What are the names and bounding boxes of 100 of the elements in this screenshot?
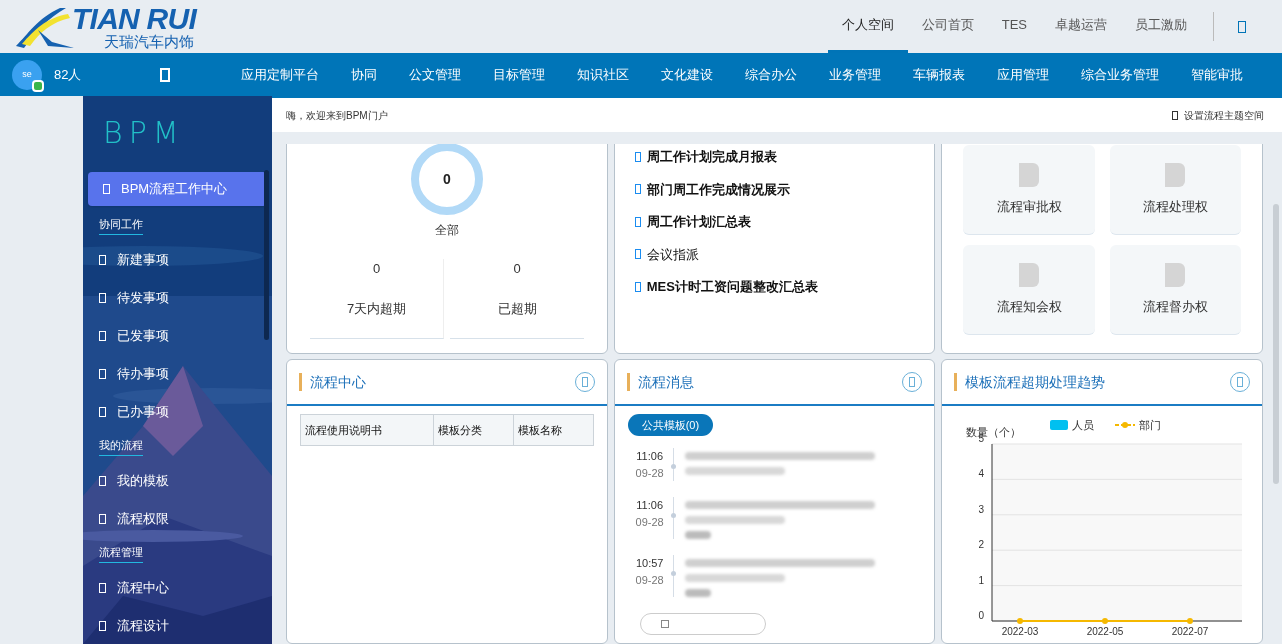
- square-icon: [99, 621, 106, 631]
- card-title: 流程中心: [310, 372, 366, 392]
- report-link[interactable]: 周工作计划完成月报表: [634, 147, 935, 167]
- report-link[interactable]: 部门周工作完成情况展示: [634, 179, 935, 199]
- nav-item[interactable]: 综合业务管理: [1065, 64, 1175, 85]
- data-point: [1017, 618, 1024, 624]
- square-icon: [99, 476, 106, 486]
- sidebar-item[interactable]: 待办事项: [83, 355, 272, 393]
- total-ring: 0: [410, 144, 483, 215]
- permission-tile[interactable]: 流程知会权: [963, 245, 1095, 335]
- message-time: 11:06: [636, 498, 664, 513]
- report-link[interactable]: 周工作计划汇总表: [634, 212, 935, 232]
- top-link[interactable]: 公司首页: [907, 0, 988, 53]
- y-tick-label: 0: [978, 610, 985, 621]
- square-icon: [634, 151, 641, 162]
- message-date: 09-28: [635, 572, 664, 588]
- column-header: 流程使用说明书: [304, 422, 383, 438]
- legend-label: 部门: [1139, 419, 1162, 431]
- square-icon: [99, 331, 106, 341]
- square-icon: [634, 249, 641, 260]
- permission-tile[interactable]: 流程审批权: [963, 145, 1095, 235]
- column-header: 模板分类: [432, 415, 513, 445]
- legend-item: 人员: [1050, 419, 1095, 431]
- square-icon: [99, 514, 106, 524]
- square-icon: [99, 583, 106, 593]
- nav-item[interactable]: 业务管理: [813, 64, 897, 85]
- square-icon: [99, 369, 106, 379]
- nav-item[interactable]: 智能审批: [1175, 64, 1259, 85]
- total-label: 全部: [434, 222, 459, 239]
- card-title: 模板流程超期处理趋势: [965, 372, 1106, 392]
- document-icon: [1165, 262, 1186, 287]
- report-link[interactable]: MES计时工资问题整改汇总表: [634, 277, 935, 297]
- section-heading: 我的流程: [99, 437, 143, 456]
- message-date: 09-28: [635, 514, 664, 530]
- sidebar-item[interactable]: 已发事项: [83, 317, 272, 355]
- document-icon: [1019, 162, 1039, 187]
- square-icon: [634, 281, 641, 292]
- nav-item[interactable]: 协同: [335, 64, 393, 85]
- stat-label: 已超期: [497, 299, 537, 318]
- sidebar-item[interactable]: 新建事项: [83, 241, 272, 279]
- section-heading: 流程管理: [99, 544, 143, 563]
- legend-label: 人员: [1072, 419, 1095, 431]
- message-time: 11:06: [636, 449, 664, 464]
- sidebar-item[interactable]: BPM流程工作中心: [88, 172, 267, 206]
- sidebar-item[interactable]: 流程中心: [83, 569, 272, 607]
- nav-item[interactable]: 应用定制平台: [225, 64, 335, 85]
- data-point: [1187, 618, 1194, 624]
- nav-item[interactable]: 车辆报表: [897, 64, 981, 85]
- square-icon: [660, 620, 669, 628]
- card-title: 流程消息: [637, 372, 694, 392]
- nav-item[interactable]: 目标管理: [477, 64, 561, 85]
- y-tick-label: 3: [978, 503, 985, 515]
- legend-item: 部门: [1114, 419, 1162, 431]
- x-tick-label: 2022-03: [1002, 626, 1039, 637]
- sidebar-item[interactable]: 已办事项: [83, 393, 272, 431]
- bpm-logo: BPM: [102, 114, 186, 152]
- report-link[interactable]: 会议指派: [634, 244, 935, 264]
- top-link[interactable]: TES: [987, 0, 1041, 53]
- square-icon: [99, 293, 106, 303]
- welcome-text: 嗨，欢迎来到BPM门户: [286, 108, 388, 123]
- nav-item[interactable]: 综合办公: [729, 64, 813, 85]
- brand-subtitle: 天瑞汽车内饰: [104, 34, 195, 49]
- top-link[interactable]: 员工激励: [1121, 0, 1201, 53]
- nav-item[interactable]: 知识社区: [561, 64, 645, 85]
- document-icon: [1019, 262, 1039, 287]
- nav-item[interactable]: 文化建设: [645, 64, 729, 85]
- sidebar-item[interactable]: 我的模板: [83, 462, 272, 500]
- stat-value: 0: [513, 260, 521, 278]
- document-icon: [1165, 162, 1186, 187]
- permission-tile[interactable]: 流程督办权: [1109, 245, 1241, 335]
- online-count: 82人: [54, 65, 82, 84]
- nav-item[interactable]: 公文管理: [393, 64, 477, 85]
- nav-item[interactable]: 应用管理: [981, 64, 1065, 85]
- stat-label: 7天内超期: [347, 299, 407, 318]
- message-time: 10:57: [635, 556, 664, 571]
- permission-tile[interactable]: 流程处理权: [1109, 145, 1241, 235]
- sidebar-item[interactable]: 待发事项: [83, 279, 272, 317]
- status-icon: [32, 79, 44, 92]
- y-tick-label: 4: [978, 468, 985, 480]
- x-tick-label: 2022-07: [1172, 626, 1209, 637]
- data-point: [1102, 618, 1109, 624]
- sidebar-item[interactable]: 流程权限: [83, 500, 272, 538]
- square-icon: [634, 184, 641, 195]
- square-icon: [103, 184, 110, 194]
- square-icon: [1172, 110, 1178, 120]
- brand-name: TIAN RUI: [72, 4, 196, 34]
- square-icon: [99, 407, 106, 417]
- column-header: 模板名称: [512, 415, 593, 445]
- square-icon: [160, 67, 170, 82]
- settings-link[interactable]: 设置流程主题空间: [1172, 107, 1268, 123]
- square-icon: [99, 255, 106, 265]
- y-tick-label: 1: [978, 574, 985, 586]
- y-tick-label: 2: [978, 539, 985, 551]
- filter-tab[interactable]: 公共模板(0): [627, 414, 714, 436]
- square-icon: [634, 216, 641, 227]
- x-tick-label: 2022-05: [1087, 626, 1124, 637]
- section-heading: 协同工作: [99, 216, 143, 235]
- stat-value: 0: [373, 260, 381, 278]
- message-date: 09-28: [635, 465, 664, 481]
- top-link[interactable]: 卓越运营: [1041, 0, 1121, 53]
